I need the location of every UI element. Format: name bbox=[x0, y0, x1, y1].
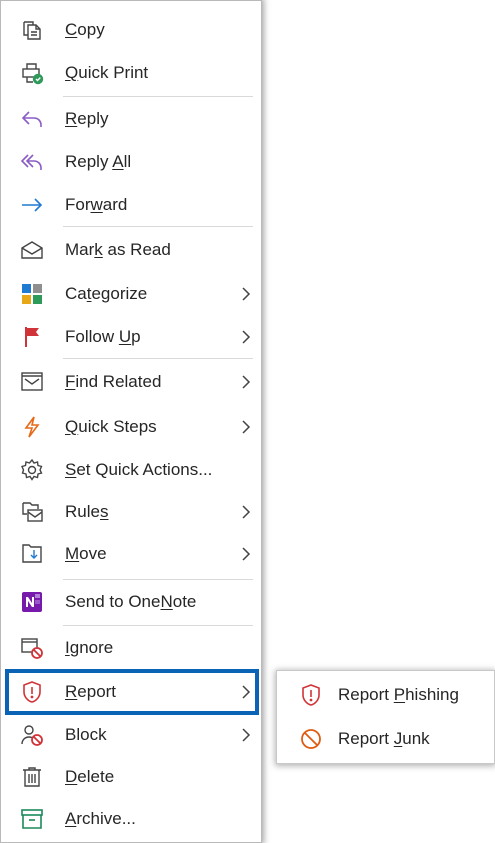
chevron-right-icon bbox=[239, 723, 253, 747]
chevron-right-icon bbox=[239, 370, 253, 394]
chevron-right-icon bbox=[239, 415, 253, 439]
menu-item-follow-up[interactable]: Follow Up bbox=[1, 318, 259, 356]
chevron-right-icon bbox=[239, 282, 253, 306]
chevron-right-icon bbox=[239, 500, 253, 524]
menu-item-label: Archive... bbox=[65, 809, 136, 828]
menu-item-label: Categorize bbox=[65, 284, 148, 303]
menu-item-move[interactable]: Move bbox=[1, 535, 259, 573]
quick-print-icon bbox=[19, 60, 45, 86]
ignore-icon bbox=[19, 635, 45, 661]
menu-item-label: Quick Steps bbox=[65, 417, 157, 436]
menu-item-quick-print[interactable]: Quick Print bbox=[1, 54, 259, 92]
menu-item-report[interactable]: Report bbox=[1, 673, 259, 711]
forward-icon bbox=[19, 192, 45, 218]
menu-item-label: Follow Up bbox=[65, 327, 141, 346]
submenu-item-label: Report Phishing bbox=[338, 685, 459, 704]
menu-item-find-related[interactable]: Find Related bbox=[1, 363, 259, 401]
report-shield-icon bbox=[298, 682, 324, 708]
menu-item-label: Copy bbox=[65, 20, 105, 39]
menu-item-archive[interactable]: Archive... bbox=[1, 800, 259, 838]
menu-separator bbox=[63, 579, 253, 580]
chevron-right-icon bbox=[239, 680, 253, 704]
trash-icon bbox=[19, 764, 45, 790]
menu-item-label: Mark as Read bbox=[65, 240, 171, 259]
junk-prohibited-icon bbox=[298, 726, 324, 752]
menu-item-reply-all[interactable]: Reply All bbox=[1, 143, 259, 181]
submenu-item-report-junk[interactable]: Report Junk bbox=[277, 720, 495, 758]
block-user-icon bbox=[19, 722, 45, 748]
submenu-item-report-phishing[interactable]: Report Phishing bbox=[277, 676, 495, 714]
menu-separator bbox=[63, 96, 253, 97]
menu-item-send-to-onenote[interactable]: Send to OneNote bbox=[1, 583, 259, 621]
menu-item-label: Rules bbox=[65, 502, 109, 521]
submenu-item-label: Report Junk bbox=[338, 729, 430, 748]
settings-gear-icon bbox=[19, 457, 45, 483]
reply-all-icon bbox=[19, 149, 45, 175]
menu-item-forward[interactable]: Forward bbox=[1, 186, 259, 224]
rules-icon bbox=[19, 499, 45, 525]
context-menu: Copy Quick Print Reply Reply All Forward… bbox=[0, 0, 262, 843]
reply-icon bbox=[19, 106, 45, 132]
menu-item-categorize[interactable]: Categorize bbox=[1, 275, 259, 313]
menu-item-ignore[interactable]: Ignore bbox=[1, 629, 259, 667]
menu-item-copy[interactable]: Copy bbox=[1, 11, 259, 49]
menu-separator bbox=[63, 358, 253, 359]
menu-item-label: Find Related bbox=[65, 372, 162, 391]
move-icon bbox=[19, 541, 45, 567]
menu-item-label: Forward bbox=[65, 195, 128, 214]
copy-icon bbox=[19, 17, 45, 43]
menu-item-label: Block bbox=[65, 725, 107, 744]
menu-item-quick-steps[interactable]: Quick Steps bbox=[1, 408, 259, 446]
onenote-icon bbox=[19, 589, 45, 615]
chevron-right-icon bbox=[239, 325, 253, 349]
menu-item-label: Quick Print bbox=[65, 63, 149, 82]
chevron-right-icon bbox=[239, 542, 253, 566]
menu-separator bbox=[63, 625, 253, 626]
screen: Copy Quick Print Reply Reply All Forward… bbox=[0, 0, 495, 843]
menu-item-label: Move bbox=[65, 544, 107, 563]
menu-item-rules[interactable]: Rules bbox=[1, 493, 259, 531]
menu-item-mark-as-read[interactable]: Mark as Read bbox=[1, 231, 259, 269]
report-submenu: Report Phishing Report Junk bbox=[276, 670, 495, 764]
menu-item-label: Set Quick Actions... bbox=[65, 460, 213, 479]
menu-item-reply[interactable]: Reply bbox=[1, 100, 259, 138]
menu-item-label: Reply All bbox=[65, 152, 132, 171]
menu-item-block[interactable]: Block bbox=[1, 716, 259, 754]
menu-separator bbox=[63, 226, 253, 227]
mark-as-read-icon bbox=[19, 237, 45, 263]
menu-item-label: Report bbox=[65, 682, 117, 701]
flag-icon bbox=[19, 324, 45, 350]
menu-item-label: Reply bbox=[65, 109, 109, 128]
archive-icon bbox=[19, 806, 45, 832]
menu-item-label: Delete bbox=[65, 767, 115, 786]
menu-item-label: Ignore bbox=[65, 638, 114, 657]
report-shield-icon bbox=[19, 679, 45, 705]
lightning-icon bbox=[19, 414, 45, 440]
menu-item-delete[interactable]: Delete bbox=[1, 758, 259, 796]
menu-item-label: Send to OneNote bbox=[65, 592, 197, 611]
categorize-icon bbox=[19, 281, 45, 307]
menu-item-set-quick-actions[interactable]: Set Quick Actions... bbox=[1, 451, 259, 489]
find-related-icon bbox=[19, 369, 45, 395]
